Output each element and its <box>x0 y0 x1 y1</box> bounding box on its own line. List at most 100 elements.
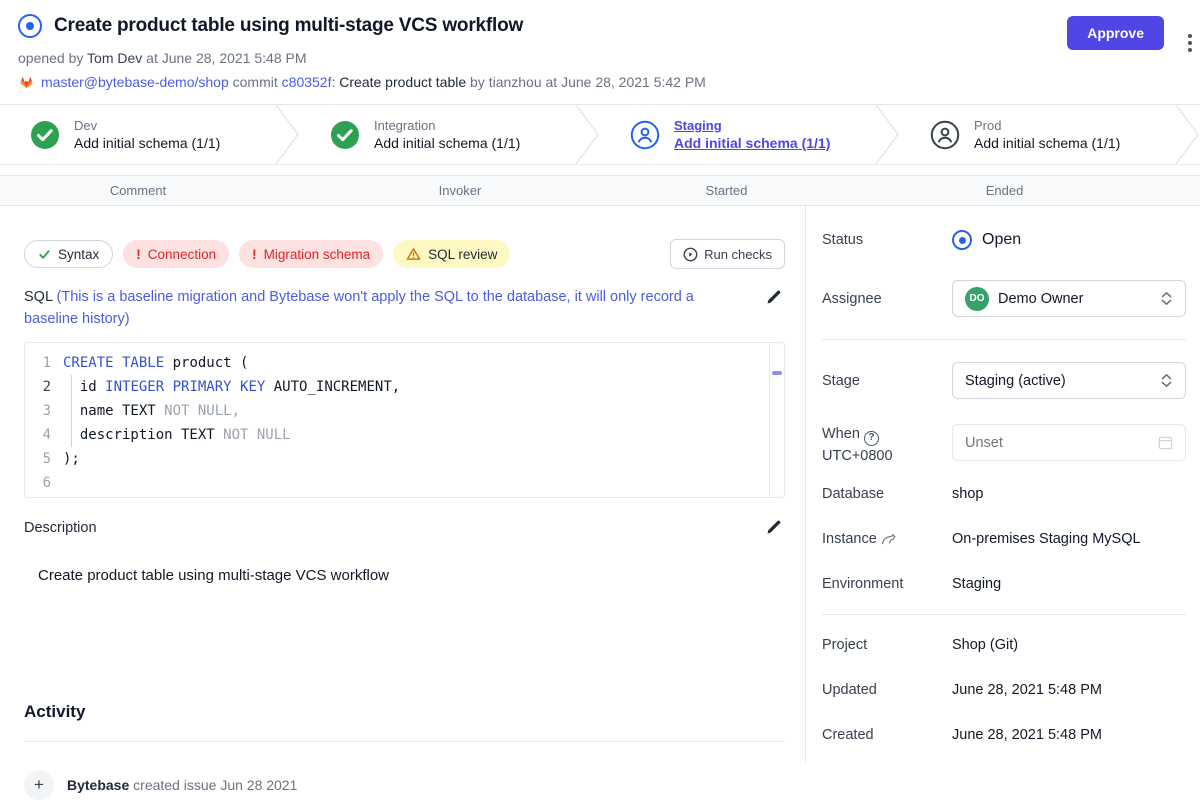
column-comment: Comment <box>0 183 276 198</box>
commit-meta: by tianzhou at June 28, 2021 5:42 PM <box>470 74 706 90</box>
sql-text: product ( <box>164 355 248 371</box>
stage-separator <box>874 105 900 164</box>
check-badge-syntax[interactable]: Syntax <box>24 240 113 268</box>
opened-timestamp: at June 28, 2021 5:48 PM <box>146 50 306 66</box>
instance-label-text: Instance <box>822 531 877 547</box>
check-badge-migration-schema[interactable]: ! Migration schema <box>239 240 383 268</box>
badge-label: SQL review <box>428 247 497 262</box>
description-section-header: Description <box>24 516 785 540</box>
created-value: June 28, 2021 5:48 PM <box>952 727 1102 743</box>
created-label: Created <box>822 727 952 743</box>
chevron-up-down-icon <box>1160 373 1173 388</box>
code-line: 1 CREATE TABLE product ( <box>25 351 784 375</box>
database-value[interactable]: shop <box>952 486 983 502</box>
stage-separator <box>574 105 600 164</box>
page-title: Create product table using multi-stage V… <box>54 15 523 37</box>
line-number: 4 <box>25 423 63 447</box>
vcs-commit-line: master@bytebase-demo/shop commit c80352f… <box>18 74 1182 90</box>
stage-name: Prod <box>974 118 1120 133</box>
stage-staging-active[interactable]: Staging Add initial schema (1/1) <box>600 105 874 164</box>
status-open-icon <box>952 230 972 250</box>
check-badge-sql-review[interactable]: SQL review <box>393 240 510 268</box>
edit-sql-button[interactable] <box>763 286 785 310</box>
stage-done-check-icon <box>330 120 360 150</box>
sql-code-editor[interactable]: 1 CREATE TABLE product ( 2 id INTEGER PR… <box>24 342 785 498</box>
main-panel: Syntax ! Connection ! Migration schema S… <box>0 206 805 762</box>
error-bang-icon: ! <box>252 247 257 262</box>
instance-label: Instance <box>822 531 952 547</box>
sidebar-divider <box>822 614 1186 615</box>
created-row: Created June 28, 2021 5:48 PM <box>822 727 1186 743</box>
code-line: 4 description TEXT NOT NULL <box>25 423 784 447</box>
stage-separator <box>274 105 300 164</box>
badge-label: Connection <box>148 247 216 262</box>
edit-description-button[interactable] <box>763 516 785 540</box>
database-row: Database shop <box>822 486 1186 502</box>
when-label-text: When <box>822 426 860 442</box>
code-scrollbar-thumb[interactable] <box>772 371 782 375</box>
sql-text: description TEXT <box>63 427 223 443</box>
check-badge-connection[interactable]: ! Connection <box>123 240 229 268</box>
assignee-select[interactable]: DO Demo Owner <box>952 280 1186 317</box>
sql-text: id <box>63 379 105 395</box>
opened-prefix: opened by <box>18 50 83 66</box>
when-label: When? UTC+0800 <box>822 424 952 466</box>
sidebar-divider <box>822 339 1186 340</box>
stage-select-value: Staging (active) <box>965 373 1151 389</box>
sql-label: SQL <box>24 289 57 305</box>
when-date-input-wrap <box>952 424 1186 461</box>
line-number: 3 <box>25 399 63 423</box>
sql-text: name TEXT <box>63 403 164 419</box>
stage-dev[interactable]: Dev Add initial schema (1/1) <box>0 105 274 164</box>
issue-header: Create product table using multi-stage V… <box>0 0 1200 90</box>
badge-label: Migration schema <box>264 247 371 262</box>
when-timezone: UTC+0800 <box>822 448 893 464</box>
stage-task[interactable]: Add initial schema (1/1) <box>974 135 1120 151</box>
stage-name: Dev <box>74 118 220 133</box>
help-question-icon[interactable]: ? <box>864 431 879 446</box>
when-row: When? UTC+0800 <box>822 424 1186 466</box>
code-line: 3 name TEXT NOT NULL, <box>25 399 784 423</box>
stage-task[interactable]: Add initial schema (1/1) <box>674 135 830 151</box>
issue-sidebar: Status Open Assignee DO Demo Owner Stage… <box>805 206 1200 762</box>
stage-pending-person-icon <box>930 120 960 150</box>
run-checks-label: Run checks <box>704 247 772 262</box>
task-table-header: Comment Invoker Started Ended <box>0 175 1200 206</box>
environment-value[interactable]: Staging <box>952 576 1001 592</box>
badge-label: Syntax <box>58 247 99 262</box>
database-label: Database <box>822 486 952 502</box>
more-actions-button[interactable] <box>1188 34 1192 52</box>
stage-name: Staging <box>674 118 830 133</box>
environment-label: Environment <box>822 576 952 592</box>
code-line: 6 <box>25 471 784 495</box>
instance-value[interactable]: On-premises Staging MySQL <box>952 531 1141 547</box>
approve-button[interactable]: Approve <box>1067 16 1164 50</box>
project-value[interactable]: Shop (Git) <box>952 637 1018 653</box>
updated-row: Updated June 28, 2021 5:48 PM <box>822 682 1186 698</box>
stage-prod[interactable]: Prod Add initial schema (1/1) <box>900 105 1174 164</box>
project-row: Project Shop (Git) <box>822 637 1186 653</box>
activity-heading: Activity <box>24 702 785 722</box>
stage-done-check-icon <box>30 120 60 150</box>
plus-icon: + <box>24 770 54 800</box>
when-date-input[interactable] <box>965 435 1158 451</box>
line-number: 6 <box>25 471 63 495</box>
code-scrollbar[interactable] <box>769 343 784 497</box>
stage-integration[interactable]: Integration Add initial schema (1/1) <box>300 105 574 164</box>
commit-hash-link[interactable]: c80352f: <box>282 74 336 90</box>
stage-select[interactable]: Staging (active) <box>952 362 1186 399</box>
branch-repo-link[interactable]: master@bytebase-demo/shop <box>41 74 229 90</box>
stage-task[interactable]: Add initial schema (1/1) <box>374 135 520 151</box>
stage-task[interactable]: Add initial schema (1/1) <box>74 135 220 151</box>
run-checks-button[interactable]: Run checks <box>670 239 785 269</box>
chevron-up-down-icon <box>1160 291 1173 306</box>
stage-separator <box>1174 105 1200 164</box>
description-label: Description <box>24 520 97 536</box>
issue-open-icon <box>18 14 42 38</box>
gitlab-icon <box>18 74 35 90</box>
activity-item: + Bytebase created issue Jun 28 2021 <box>24 770 785 800</box>
status-label: Status <box>822 232 952 248</box>
line-number: 2 <box>25 375 63 399</box>
sql-baseline-note: (This is a baseline migration and Byteba… <box>24 289 694 327</box>
updated-value: June 28, 2021 5:48 PM <box>952 682 1102 698</box>
